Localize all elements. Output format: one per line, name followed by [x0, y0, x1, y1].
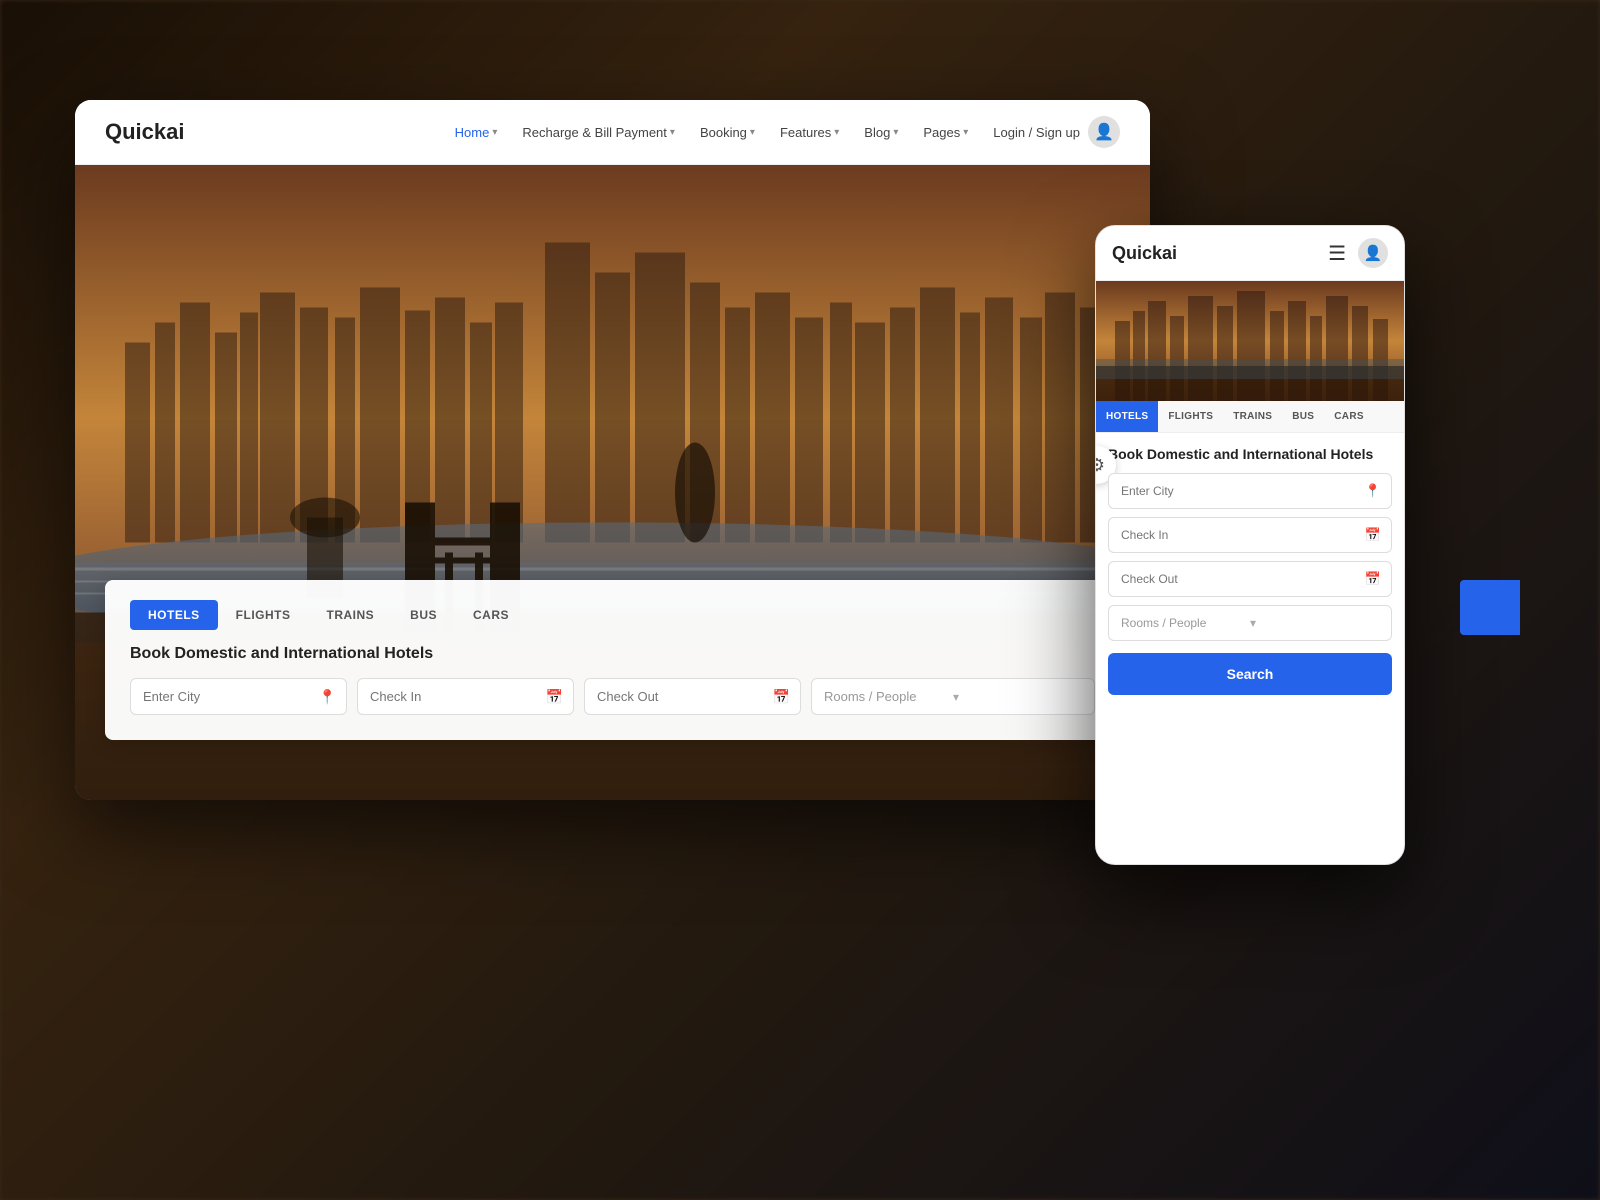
- mobile-checkin-input[interactable]: [1109, 518, 1391, 552]
- nav-link-home[interactable]: Home ▾: [445, 119, 508, 146]
- mobile-calendar-icon: 📅: [1365, 527, 1381, 543]
- mobile-tab-bus[interactable]: BUS: [1282, 401, 1324, 432]
- nav-item-blog[interactable]: Blog ▾: [854, 119, 908, 146]
- mobile-rooms-select[interactable]: Rooms / People ▾: [1108, 605, 1392, 641]
- nav-link-blog[interactable]: Blog ▾: [854, 119, 908, 146]
- chevron-down-icon: ▾: [953, 690, 1082, 704]
- nav-item-recharge[interactable]: Recharge & Bill Payment ▾: [512, 119, 685, 146]
- desktop-hero: HOTELS FLIGHTS TRAINS BUS CARS Book Dome…: [75, 165, 1150, 800]
- mobile-checkin-wrap: 📅: [1108, 517, 1392, 553]
- chevron-icon: ▾: [963, 127, 968, 138]
- mobile-tab-bar: HOTELS FLIGHTS TRAINS BUS CARS: [1096, 401, 1404, 433]
- mobile-tab-hotels[interactable]: HOTELS: [1096, 401, 1158, 432]
- calendar-icon: 📅: [546, 688, 563, 705]
- nav-link-recharge[interactable]: Recharge & Bill Payment ▾: [512, 119, 685, 146]
- user-icon: 👤: [1094, 122, 1114, 142]
- nav-item-home[interactable]: Home ▾: [445, 119, 508, 146]
- desktop-logo: Quickai: [105, 119, 184, 145]
- desktop-tab-hotels[interactable]: HOTELS: [130, 600, 218, 630]
- nav-item-booking[interactable]: Booking ▾: [690, 119, 765, 146]
- mobile-booking-title: Book Domestic and International Hotels: [1108, 445, 1392, 463]
- mobile-logo: Quickai: [1112, 243, 1328, 264]
- desktop-rooms-select[interactable]: Rooms / People ▾: [811, 678, 1095, 715]
- chevron-icon: ▾: [670, 127, 675, 138]
- mobile-checkout-input[interactable]: [1109, 562, 1391, 596]
- desktop-mockup: Quickai Home ▾ Recharge & Bill Payment ▾: [75, 100, 1150, 800]
- login-button[interactable]: Login / Sign up 👤: [993, 116, 1120, 148]
- desktop-city-wrap: 📍: [130, 678, 347, 715]
- chevron-icon: ▾: [750, 127, 755, 138]
- chevron-icon: ▾: [834, 127, 839, 138]
- desktop-navbar: Quickai Home ▾ Recharge & Bill Payment ▾: [75, 100, 1150, 165]
- page-container: Quickai Home ▾ Recharge & Bill Payment ▾: [0, 0, 1600, 1200]
- mobile-city-wrap: 📍: [1108, 473, 1392, 509]
- nav-item-features[interactable]: Features ▾: [770, 119, 849, 146]
- mobile-search-button[interactable]: Search: [1108, 653, 1392, 695]
- mobile-hero: [1096, 281, 1404, 401]
- mobile-navbar: Quickai ☰ 👤: [1096, 226, 1404, 281]
- mobile-tab-flights[interactable]: FLIGHTS: [1158, 401, 1223, 432]
- desktop-checkin-input[interactable]: [358, 679, 573, 714]
- mobile-user-avatar: 👤: [1358, 238, 1388, 268]
- mobile-tab-trains[interactable]: TRAINS: [1223, 401, 1282, 432]
- mobile-checkout-wrap: 📅: [1108, 561, 1392, 597]
- desktop-tab-trains[interactable]: TRAINS: [309, 600, 393, 630]
- mobile-chevron-down-icon: ▾: [1250, 616, 1379, 630]
- desktop-search-row: 📍 📅 📅 Rooms / People ▾: [130, 678, 1095, 715]
- blue-side-button[interactable]: [1460, 580, 1520, 635]
- mobile-city-input[interactable]: [1109, 474, 1391, 508]
- desktop-nav-links: Home ▾ Recharge & Bill Payment ▾ Booking…: [445, 119, 979, 146]
- desktop-tab-bar: HOTELS FLIGHTS TRAINS BUS CARS: [130, 600, 1095, 630]
- mobile-tab-cars[interactable]: CARS: [1324, 401, 1374, 432]
- chevron-icon: ▾: [492, 127, 497, 138]
- desktop-tab-bus[interactable]: BUS: [392, 600, 455, 630]
- mobile-user-icon: 👤: [1364, 244, 1383, 262]
- nav-link-booking[interactable]: Booking ▾: [690, 119, 765, 146]
- desktop-checkout-input[interactable]: [585, 679, 800, 714]
- desktop-booking-title: Book Domestic and International Hotels: [130, 645, 1095, 663]
- desktop-booking-panel: HOTELS FLIGHTS TRAINS BUS CARS Book Dome…: [105, 580, 1120, 740]
- mobile-mockup: ⚙ Quickai ☰ 👤: [1095, 225, 1405, 865]
- chevron-icon: ▾: [893, 127, 898, 138]
- nav-link-features[interactable]: Features ▾: [770, 119, 849, 146]
- nav-item-pages[interactable]: Pages ▾: [913, 119, 978, 146]
- gear-icon: ⚙: [1095, 455, 1105, 476]
- location-icon: 📍: [319, 688, 336, 705]
- desktop-city-input[interactable]: [131, 679, 346, 714]
- user-avatar: 👤: [1088, 116, 1120, 148]
- desktop-tab-flights[interactable]: FLIGHTS: [218, 600, 309, 630]
- calendar-icon-2: 📅: [773, 688, 790, 705]
- nav-link-pages[interactable]: Pages ▾: [913, 119, 978, 146]
- mobile-booking-panel: HOTELS FLIGHTS TRAINS BUS CARS Book Dome…: [1096, 401, 1404, 710]
- desktop-checkin-wrap: 📅: [357, 678, 574, 715]
- mobile-calendar-icon-2: 📅: [1365, 571, 1381, 587]
- desktop-tab-cars[interactable]: CARS: [455, 600, 527, 630]
- hamburger-icon[interactable]: ☰: [1328, 241, 1346, 266]
- desktop-checkout-wrap: 📅: [584, 678, 801, 715]
- mobile-location-icon: 📍: [1365, 483, 1381, 499]
